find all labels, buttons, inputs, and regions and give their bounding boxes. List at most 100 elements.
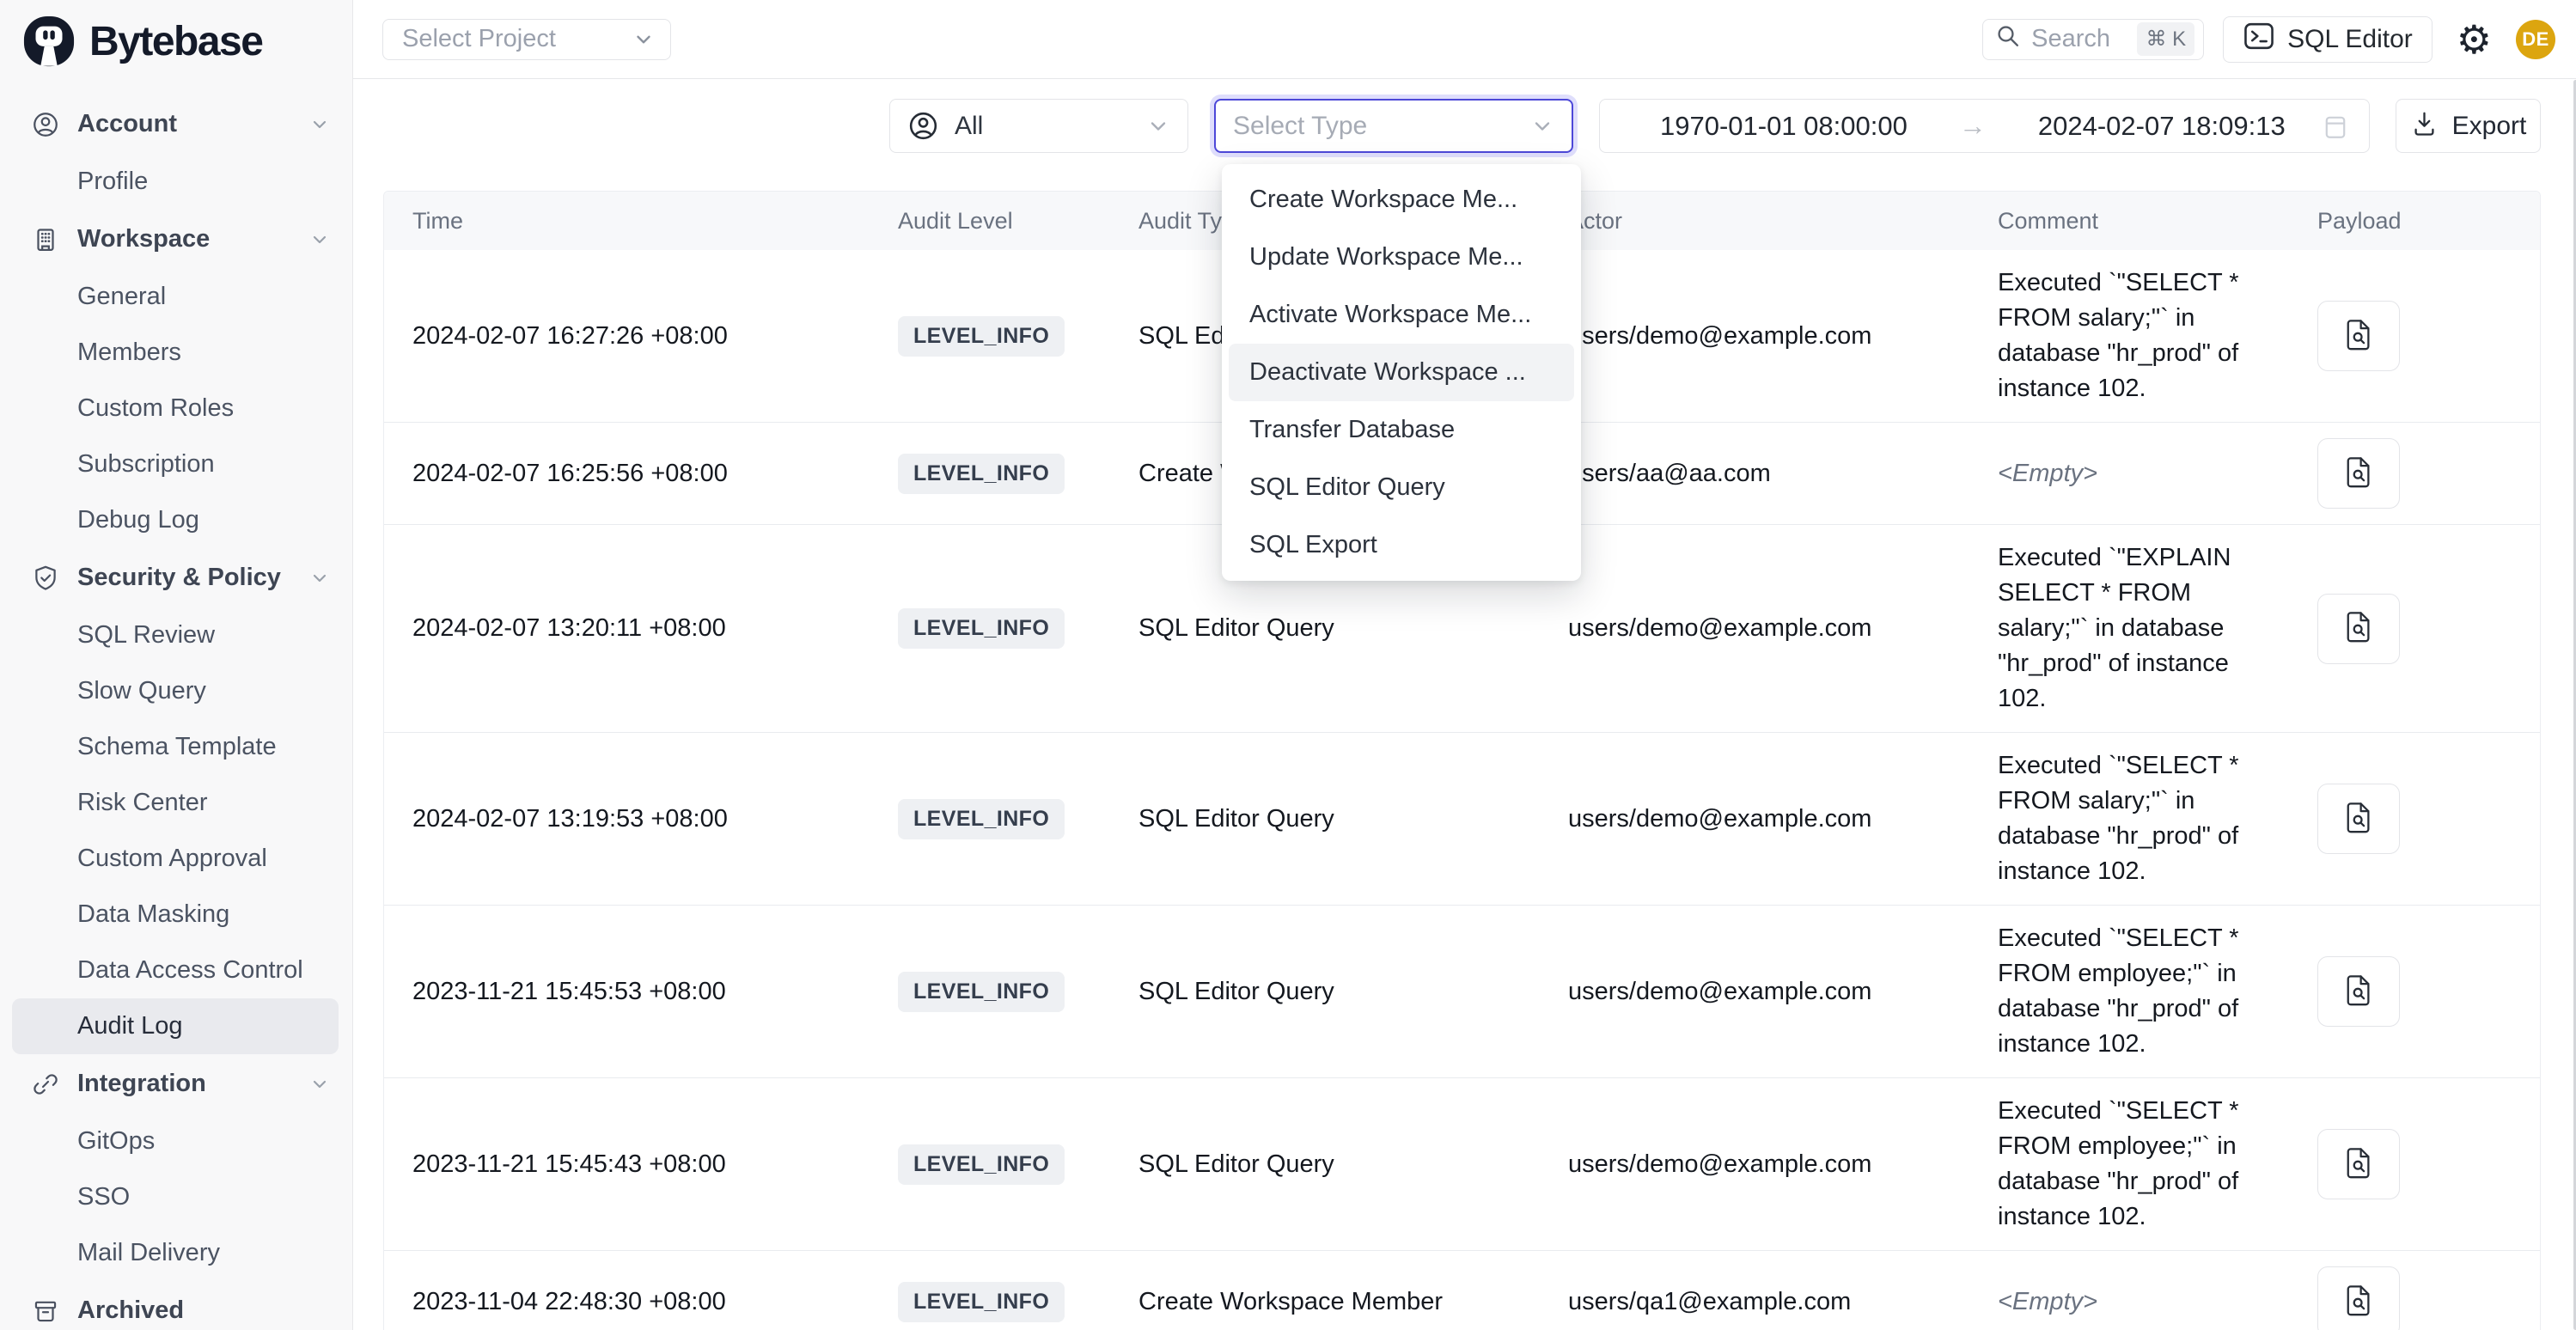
cell-audit-level: LEVEL_INFO (870, 1266, 1110, 1330)
sql-editor-button[interactable]: SQL Editor (2223, 16, 2433, 63)
sidebar-group-account[interactable]: Account (0, 95, 352, 154)
type-option-update-workspace-me[interactable]: Update Workspace Me... (1229, 229, 1574, 286)
date-range-start[interactable]: 1970-01-01 08:00:00 (1660, 111, 1908, 142)
cell-payload (2289, 941, 2540, 1042)
sidebar-item-mail-delivery[interactable]: Mail Delivery (12, 1225, 339, 1281)
nav-item-label: SQL Review (77, 621, 215, 650)
date-range-end[interactable]: 2024-02-07 18:09:13 (2038, 111, 2286, 142)
audit-level-badge: LEVEL_INFO (898, 1282, 1065, 1322)
nav-item-label: Members (77, 339, 181, 367)
export-button[interactable]: Export (2396, 99, 2541, 153)
cell-audit-level: LEVEL_INFO (870, 956, 1110, 1028)
sidebar-group-archived[interactable]: Archived (0, 1281, 352, 1330)
cell-time: 2024-02-07 16:25:56 +08:00 (384, 444, 870, 503)
cell-comment: <Empty> (1969, 441, 2289, 507)
user-avatar[interactable]: DE (2516, 20, 2555, 59)
nav-group-label: Integration (77, 1070, 206, 1098)
brand-logo[interactable]: Bytebase (0, 0, 352, 82)
sidebar-item-members[interactable]: Members (12, 325, 339, 381)
view-payload-button[interactable] (2317, 956, 2400, 1027)
cell-audit-level: LEVEL_INFO (870, 1129, 1110, 1200)
sidebar-item-subscription[interactable]: Subscription (12, 436, 339, 492)
view-payload-button[interactable] (2317, 594, 2400, 664)
view-payload-button[interactable] (2317, 301, 2400, 371)
sidebar-item-schema-template[interactable]: Schema Template (12, 719, 339, 775)
sidebar-item-sql-review[interactable]: SQL Review (12, 607, 339, 663)
sidebar-group-security-policy[interactable]: Security & Policy (0, 548, 352, 607)
actor-filter-select[interactable]: All (889, 99, 1188, 153)
view-payload-button[interactable] (2317, 784, 2400, 854)
nav-group-label: Account (77, 110, 177, 138)
type-option-transfer-database[interactable]: Transfer Database (1229, 401, 1574, 459)
type-filter-select[interactable]: Select Type (1214, 99, 1573, 153)
shield-icon (31, 564, 60, 593)
nav-item-label: Audit Log (77, 1012, 183, 1040)
cell-actor: users/demo@example.com (1540, 962, 1969, 1022)
sidebar-nav: Account Profile Workspace General Members… (0, 82, 352, 1330)
cell-payload (2289, 285, 2540, 387)
chevron-down-icon (309, 114, 330, 135)
nav-item-label: Profile (77, 168, 148, 196)
search-input[interactable]: Search ⌘ K (1982, 19, 2204, 60)
sidebar-item-risk-center[interactable]: Risk Center (12, 775, 339, 831)
project-select[interactable]: Select Project (382, 19, 671, 60)
nav-item-label: Mail Delivery (77, 1239, 220, 1267)
view-payload-button[interactable] (2317, 1266, 2400, 1330)
settings-gear-icon[interactable]: ⚙ (2457, 20, 2492, 59)
cell-time: 2024-02-07 13:20:11 +08:00 (384, 599, 870, 658)
sidebar-item-audit-log[interactable]: Audit Log (12, 998, 339, 1054)
type-option-deactivate-workspace[interactable]: Deactivate Workspace ... (1229, 344, 1574, 401)
nav-item-label: Schema Template (77, 733, 277, 761)
cell-time: 2023-11-21 15:45:53 +08:00 (384, 962, 870, 1022)
sidebar-item-profile[interactable]: Profile (12, 154, 339, 210)
sidebar-group-integration[interactable]: Integration (0, 1054, 352, 1113)
topbar: Select Project Search ⌘ K SQL Editor ⚙ (353, 0, 2576, 79)
type-filter-dropdown: Create Workspace Me...Update Workspace M… (1222, 164, 1581, 581)
nav-group-label: Archived (77, 1296, 184, 1325)
view-payload-button[interactable] (2317, 438, 2400, 509)
sidebar-item-sso[interactable]: SSO (12, 1169, 339, 1225)
type-option-sql-export[interactable]: SQL Export (1229, 516, 1574, 574)
cell-actor: users/demo@example.com (1540, 790, 1969, 849)
cell-comment: Executed `"SELECT * FROM salary;"` in da… (1969, 733, 2289, 905)
file-search-icon (2341, 609, 2377, 648)
export-label: Export (2452, 112, 2527, 141)
sidebar-item-data-masking[interactable]: Data Masking (12, 887, 339, 943)
view-payload-button[interactable] (2317, 1129, 2400, 1199)
cell-comment: Executed `"EXPLAIN SELECT * FROM salary;… (1969, 525, 2289, 732)
type-option-create-workspace-me[interactable]: Create Workspace Me... (1229, 171, 1574, 229)
user-circle-icon (907, 110, 939, 142)
cell-audit-type: SQL Editor Query (1110, 599, 1540, 658)
file-search-icon (2341, 800, 2377, 839)
cell-audit-type: SQL Editor Query (1110, 1135, 1540, 1194)
sidebar-item-general[interactable]: General (12, 269, 339, 325)
sidebar-item-data-access-control[interactable]: Data Access Control (12, 943, 339, 998)
file-search-icon (2341, 973, 2377, 1011)
chevron-down-icon (1530, 114, 1554, 138)
building-icon (31, 225, 60, 254)
sidebar-group-workspace[interactable]: Workspace (0, 210, 352, 269)
sidebar-item-custom-approval[interactable]: Custom Approval (12, 831, 339, 887)
chevron-down-icon (309, 568, 330, 589)
nav-item-label: Custom Roles (77, 394, 234, 423)
terminal-icon (2243, 20, 2275, 59)
type-option-activate-workspace-me[interactable]: Activate Workspace Me... (1229, 286, 1574, 344)
sidebar-item-slow-query[interactable]: Slow Query (12, 663, 339, 719)
chevron-down-icon (1146, 114, 1170, 138)
search-shortcut-badge: ⌘ K (2137, 22, 2194, 56)
sidebar-item-debug-log[interactable]: Debug Log (12, 492, 339, 548)
sidebar: Bytebase Account Profile Workspace Gener… (0, 0, 353, 1330)
nav-item-label: Data Masking (77, 900, 229, 929)
sidebar-item-gitops[interactable]: GitOps (12, 1113, 339, 1169)
type-option-sql-editor-query[interactable]: SQL Editor Query (1229, 459, 1574, 516)
chevron-down-icon (632, 28, 655, 51)
type-filter-placeholder: Select Type (1233, 112, 1367, 141)
calendar-icon (2321, 112, 2350, 141)
cell-audit-type: SQL Editor Query (1110, 962, 1540, 1022)
date-range-picker[interactable]: 1970-01-01 08:00:00 → 2024-02-07 18:09:1… (1599, 99, 2370, 153)
audit-level-badge: LEVEL_INFO (898, 316, 1065, 357)
cell-payload (2289, 1251, 2540, 1330)
archive-icon (31, 1296, 60, 1326)
cell-actor: users/qa1@example.com (1540, 1272, 1969, 1330)
sidebar-item-custom-roles[interactable]: Custom Roles (12, 381, 339, 436)
